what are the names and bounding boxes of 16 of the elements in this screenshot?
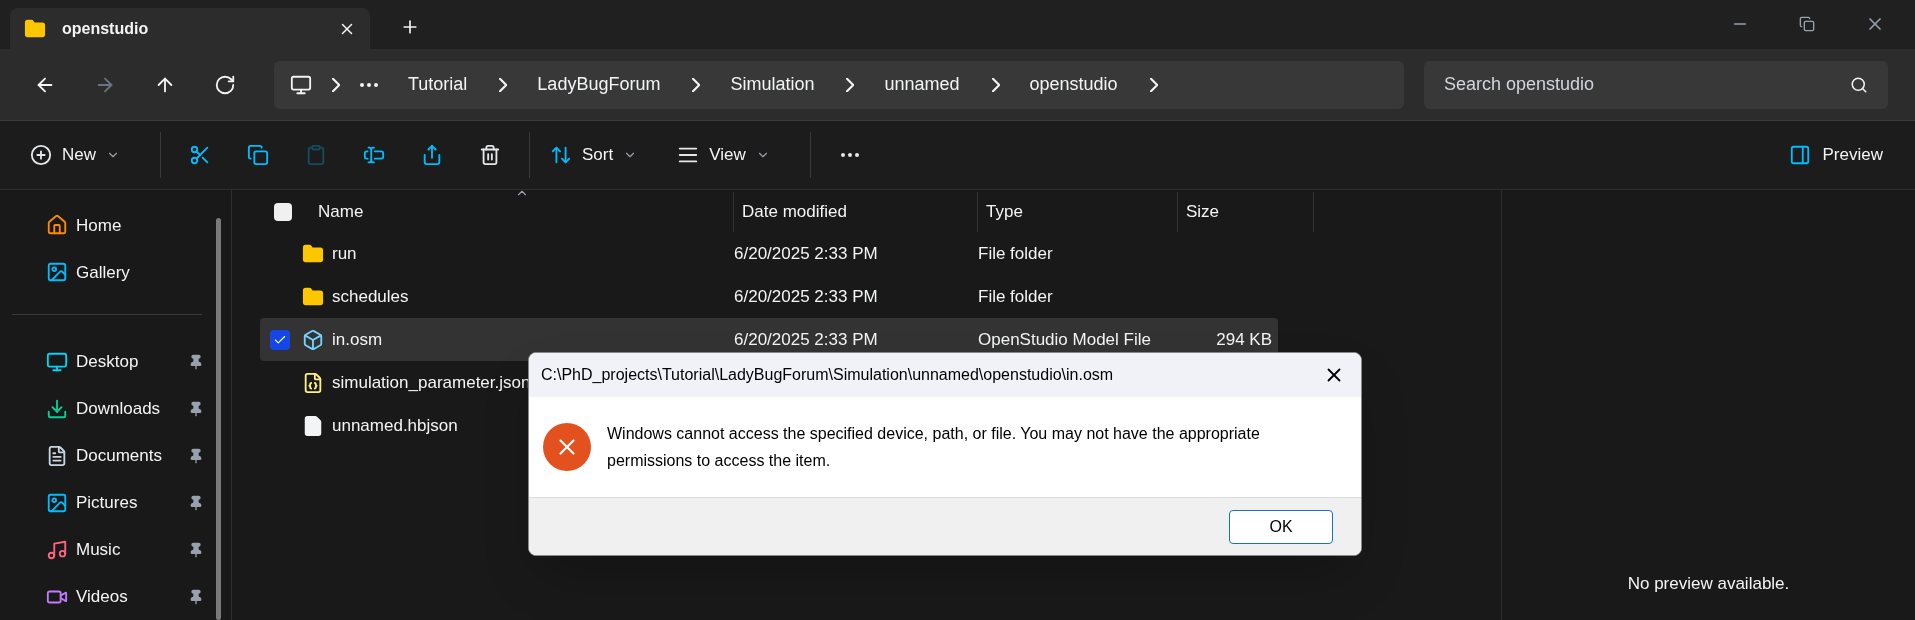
size-cell-text: 294 KB xyxy=(1215,328,1272,351)
date-cell-text: 6/20/2025 2:33 PM xyxy=(733,285,879,308)
file-name: unnamed.hbjson xyxy=(332,414,458,437)
tab-title: openstudio xyxy=(62,18,150,39)
type-cell-text: File folder xyxy=(977,285,1054,308)
file-name: run xyxy=(332,242,357,265)
dialog-title: C:\PhD_projects\Tutorial\LadyBugForum\Simulation\unnamed\openstudio\in.osm xyxy=(541,365,1115,385)
file-name: schedules xyxy=(332,285,409,308)
dialog-message: Windows cannot access the specified device, path, or file. You may not have the appropriate permissions to access the item. xyxy=(607,424,1261,471)
date-cell-text: 6/20/2025 2:33 PM xyxy=(733,242,879,265)
date-cell-text: 6/20/2025 2:33 PM xyxy=(733,328,879,351)
file-name: simulation_parameter.json xyxy=(332,371,531,394)
preview-message: No preview available. xyxy=(1627,572,1790,595)
type-cell-text: File folder xyxy=(977,242,1054,265)
file-name: in.osm xyxy=(332,328,383,351)
type-cell-text: OpenStudio Model File xyxy=(977,328,1152,351)
